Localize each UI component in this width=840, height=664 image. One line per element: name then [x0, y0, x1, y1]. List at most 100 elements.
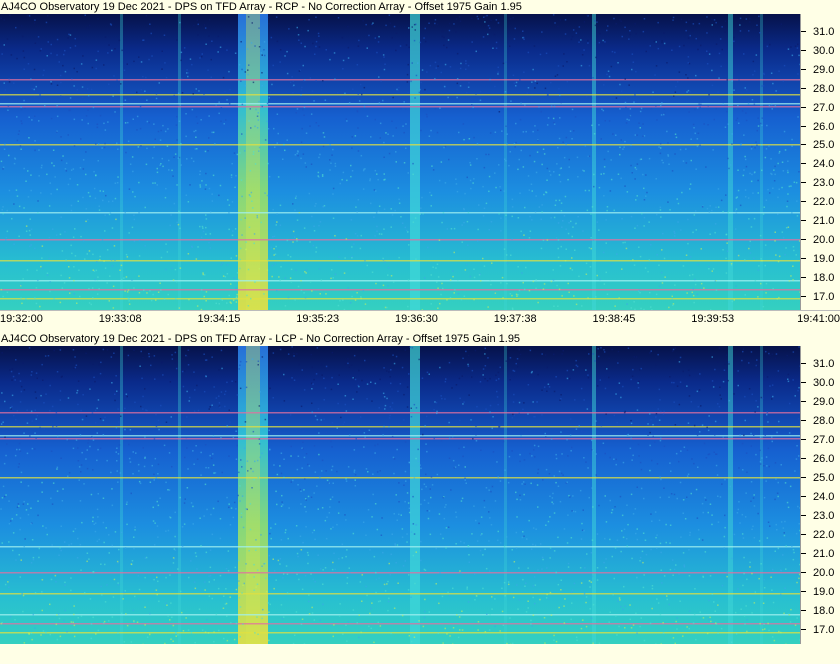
noise-speckle — [518, 599, 521, 601]
noise-speckle — [735, 285, 737, 287]
noise-speckle — [101, 147, 103, 149]
noise-speckle — [639, 461, 642, 464]
noise-speckle — [93, 170, 95, 173]
noise-speckle — [356, 235, 359, 237]
noise-speckle — [685, 21, 688, 24]
noise-speckle — [571, 235, 573, 238]
noise-speckle — [388, 14, 391, 16]
noise-speckle — [513, 414, 516, 417]
noise-speckle — [691, 29, 694, 32]
noise-speckle — [374, 118, 376, 121]
noise-speckle — [152, 182, 154, 184]
noise-speckle — [386, 583, 388, 585]
noise-speckle — [103, 122, 105, 125]
noise-speckle — [129, 429, 132, 431]
noise-speckle — [266, 120, 268, 123]
noise-speckle — [615, 393, 617, 395]
noise-speckle — [222, 607, 225, 609]
noise-speckle — [530, 548, 533, 550]
noise-speckle — [169, 381, 172, 383]
noise-speckle — [489, 377, 491, 380]
noise-speckle — [583, 457, 585, 459]
noise-speckle — [404, 108, 407, 110]
noise-speckle — [193, 581, 196, 583]
noise-speckle — [708, 266, 710, 268]
noise-speckle — [290, 455, 292, 457]
noise-speckle — [603, 195, 605, 197]
noise-speckle — [706, 426, 708, 429]
noise-speckle — [7, 581, 9, 583]
noise-speckle — [519, 494, 521, 497]
freq-tick-text: 28.0 — [813, 82, 835, 95]
noise-speckle — [432, 169, 435, 171]
noise-speckle — [145, 76, 147, 79]
noise-speckle — [617, 362, 619, 364]
noise-speckle — [424, 277, 426, 279]
noise-speckle — [103, 64, 105, 66]
noise-speckle — [521, 483, 523, 485]
noise-speckle — [30, 507, 32, 509]
noise-speckle — [150, 32, 152, 35]
noise-speckle — [600, 173, 602, 175]
noise-speckle — [728, 361, 730, 363]
noise-speckle — [273, 248, 275, 250]
noise-speckle — [41, 245, 44, 247]
noise-speckle — [80, 138, 82, 140]
noise-speckle — [1, 352, 3, 354]
noise-speckle — [18, 463, 20, 465]
noise-speckle — [534, 456, 536, 458]
noise-speckle — [273, 254, 275, 256]
noise-speckle — [234, 52, 237, 54]
noise-speckle — [355, 437, 357, 440]
noise-speckle — [343, 272, 346, 274]
noise-speckle — [529, 215, 531, 218]
noise-speckle — [692, 294, 695, 297]
noise-speckle — [735, 197, 738, 199]
noise-speckle — [96, 540, 99, 542]
noise-speckle — [133, 547, 135, 550]
noise-speckle — [398, 482, 400, 484]
noise-speckle — [72, 236, 75, 238]
noise-speckle — [509, 357, 512, 359]
noise-speckle — [428, 22, 430, 24]
noise-speckle — [642, 532, 645, 534]
noise-speckle — [651, 459, 653, 462]
noise-speckle — [383, 141, 385, 144]
noise-speckle — [346, 179, 348, 182]
noise-speckle — [600, 424, 603, 427]
noise-speckle — [743, 53, 745, 55]
noise-speckle — [565, 136, 568, 139]
noise-speckle — [330, 469, 333, 471]
noise-speckle — [667, 142, 669, 144]
noise-speckle — [205, 218, 208, 220]
noise-speckle — [502, 62, 505, 65]
noise-speckle — [411, 26, 413, 28]
noise-speckle — [308, 192, 311, 195]
noise-speckle — [604, 537, 606, 540]
noise-speckle — [620, 605, 622, 608]
noise-speckle — [201, 225, 204, 228]
freq-tick-text: 31.0 — [813, 358, 835, 370]
noise-speckle — [620, 177, 622, 180]
noise-speckle — [532, 280, 535, 283]
noise-speckle — [468, 554, 470, 556]
noise-speckle — [746, 619, 748, 621]
noise-speckle — [325, 365, 328, 368]
noise-speckle — [572, 29, 575, 31]
noise-speckle — [157, 536, 159, 538]
noise-speckle — [317, 171, 320, 174]
vertical-streak — [760, 14, 763, 310]
freq-tick-label: 28.0 — [801, 82, 840, 96]
noise-speckle — [371, 602, 373, 604]
noise-speckle — [261, 72, 263, 74]
noise-speckle — [256, 583, 259, 585]
noise-speckle — [639, 110, 642, 113]
noise-speckle — [12, 532, 15, 534]
interference-line — [0, 623, 800, 625]
noise-speckle — [290, 268, 293, 271]
noise-speckle — [101, 239, 104, 241]
noise-speckle — [567, 562, 570, 565]
noise-speckle — [552, 492, 554, 495]
freq-tick-text: 19.0 — [813, 252, 835, 265]
noise-speckle — [473, 178, 475, 180]
